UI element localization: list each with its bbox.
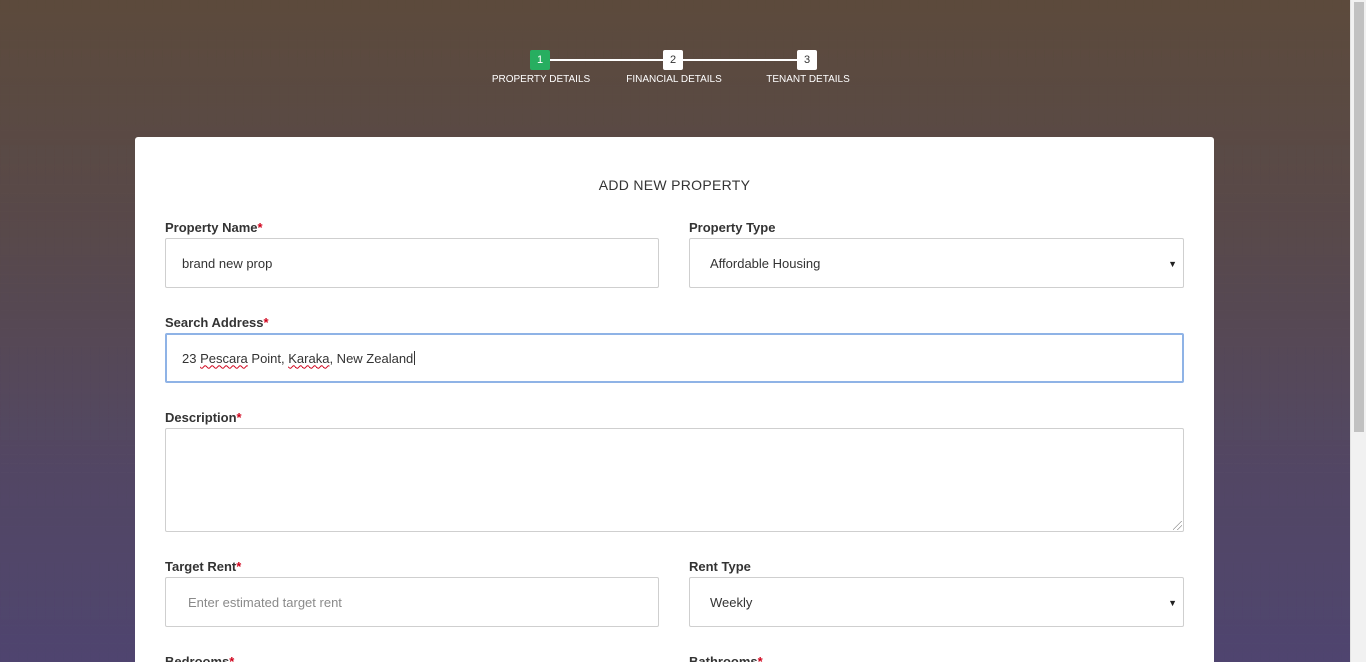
search-address-label-text: Search Address [165,315,264,330]
step-connector [683,59,797,61]
required-mark: * [229,654,235,662]
chevron-down-icon: ▼ [1168,259,1177,269]
required-mark: * [236,559,242,574]
search-address-label: Search Address* [165,315,269,330]
bathrooms-label-text: Bathrooms [689,654,758,662]
step-connector [550,59,663,61]
required-mark: * [257,220,263,235]
rent-type-label: Rent Type [689,559,751,574]
property-name-label: Property Name* [165,220,263,235]
scrollbar-thumb[interactable] [1354,2,1364,432]
required-mark: * [757,654,763,662]
description-label: Description* [165,410,242,425]
property-name-label-text: Property Name [165,220,258,235]
target-rent-label-text: Target Rent [165,559,237,574]
search-address-value: 23 Pescara Point, Karaka, New Zealand [182,350,414,366]
property-type-select[interactable]: Affordable Housing ▼ [689,238,1184,288]
stepper: 1 2 3 PROPERTY DETAILS FINANCIAL DETAILS… [490,50,860,95]
property-type-value: Affordable Housing [710,255,821,271]
resize-handle-icon[interactable] [1173,521,1182,530]
required-mark: * [236,410,242,425]
property-type-label-text: Property Type [689,220,776,235]
property-type-label: Property Type [689,220,775,235]
target-rent-input[interactable]: Enter estimated target rent [165,577,659,627]
property-name-input[interactable]: brand new prop [165,238,659,288]
step-2-label: FINANCIAL DETAILS [626,74,722,85]
form-title: ADD NEW PROPERTY [598,177,751,193]
required-mark: * [263,315,269,330]
step-3-label: TENANT DETAILS [766,74,850,85]
description-label-text: Description [165,410,237,425]
step-2-number[interactable]: 2 [663,50,683,70]
page-scrollbar[interactable] [1350,0,1366,662]
property-form-card: ADD NEW PROPERTY Property Name* brand ne… [135,137,1214,662]
target-rent-placeholder: Enter estimated target rent [188,594,342,610]
bedrooms-label: Bedrooms* [165,654,234,662]
target-rent-label: Target Rent* [165,559,241,574]
search-address-input[interactable]: 23 Pescara Point, Karaka, New Zealand [165,333,1184,383]
bathrooms-label: Bathrooms* [689,654,763,662]
step-3-number[interactable]: 3 [797,50,817,70]
step-1-number[interactable]: 1 [530,50,550,70]
property-name-value: brand new prop [182,255,273,271]
text-cursor [414,351,416,365]
chevron-down-icon: ▼ [1168,598,1177,608]
description-textarea[interactable] [165,428,1184,532]
rent-type-label-text: Rent Type [689,559,751,574]
rent-type-value: Weekly [710,594,753,610]
rent-type-select[interactable]: Weekly ▼ [689,577,1184,627]
step-1-label: PROPERTY DETAILS [491,74,591,85]
bedrooms-label-text: Bedrooms [165,654,230,662]
